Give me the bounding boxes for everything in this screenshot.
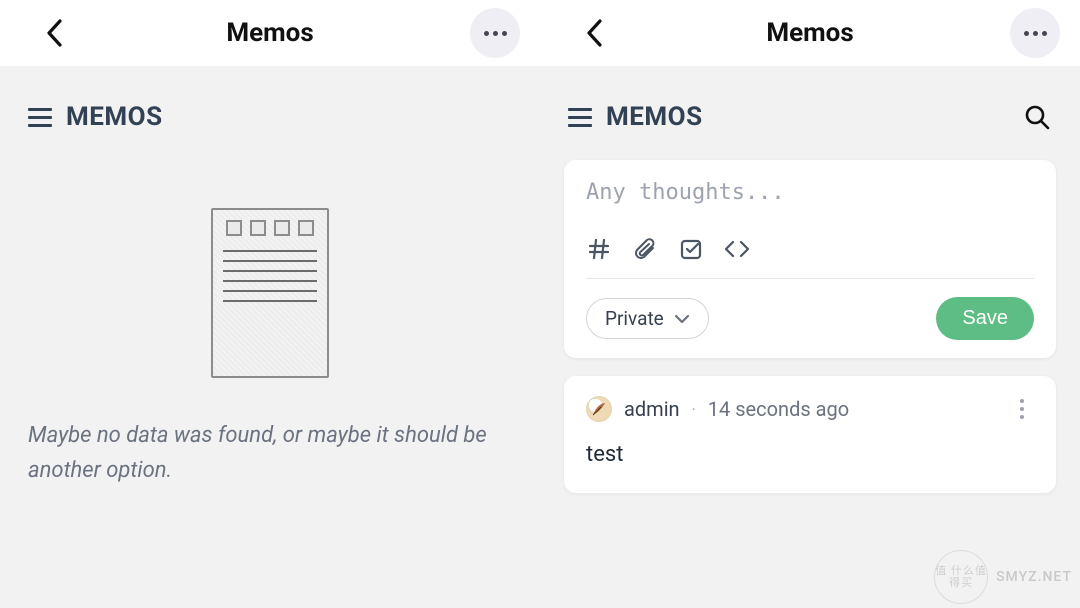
nav-title: Memos <box>70 18 470 48</box>
checklist-button[interactable] <box>678 236 704 262</box>
memo-item: admin · 14 seconds ago test <box>564 376 1056 493</box>
menu-button[interactable] <box>28 108 52 127</box>
memo-composer: Private Save <box>564 160 1056 358</box>
composer-footer: Private Save <box>586 297 1034 340</box>
watermark-text: SMYZ.NET <box>996 569 1072 585</box>
search-button[interactable] <box>1022 102 1052 132</box>
feather-icon <box>591 401 607 417</box>
checkbox-icon <box>679 237 703 261</box>
save-button[interactable]: Save <box>936 297 1034 340</box>
right-pane: Memos MEMOS <box>540 0 1080 608</box>
memo-author: admin <box>624 397 680 421</box>
back-button[interactable] <box>580 18 610 48</box>
section-header-right: MEMOS <box>540 66 1080 132</box>
attach-button[interactable] <box>632 236 658 262</box>
tag-button[interactable] <box>586 236 612 262</box>
left-body: MEMOS Maybe no data was found, or maybe … <box>0 66 540 608</box>
more-button[interactable] <box>1010 8 1060 58</box>
privacy-selector[interactable]: Private <box>586 298 709 339</box>
memo-content: test <box>586 442 1034 467</box>
empty-state: Maybe no data was found, or maybe it sho… <box>0 208 540 488</box>
section-header-left: MEMOS <box>0 66 540 132</box>
more-icon <box>1024 31 1047 36</box>
kebab-icon <box>1020 399 1024 403</box>
more-icon <box>484 31 507 36</box>
hash-icon <box>587 237 611 261</box>
code-icon <box>724 237 750 261</box>
privacy-label: Private <box>605 307 664 330</box>
separator-dot: · <box>692 400 696 419</box>
navbar-left: Memos <box>0 0 540 66</box>
chevron-left-icon <box>586 19 604 47</box>
section-title: MEMOS <box>606 102 703 132</box>
hamburger-icon <box>28 108 52 111</box>
memo-input[interactable] <box>586 180 1034 216</box>
memo-timestamp: 14 seconds ago <box>708 397 849 421</box>
left-pane: Memos MEMOS Maybe no data was found, or … <box>0 0 540 608</box>
code-button[interactable] <box>724 236 750 262</box>
composer-toolbar <box>586 236 1034 279</box>
chevron-left-icon <box>46 19 64 47</box>
back-button[interactable] <box>40 18 70 48</box>
watermark: 值 什么值得买 SMYZ.NET <box>934 550 1072 604</box>
hamburger-icon <box>568 108 592 111</box>
section-title: MEMOS <box>66 102 163 132</box>
avatar <box>586 396 612 422</box>
more-button[interactable] <box>470 8 520 58</box>
notepad-illustration <box>211 208 329 378</box>
nav-title: Memos <box>610 18 1010 48</box>
paperclip-icon <box>633 237 657 261</box>
memo-menu-button[interactable] <box>1010 399 1034 419</box>
memo-header: admin · 14 seconds ago <box>586 396 1034 422</box>
empty-state-text: Maybe no data was found, or maybe it sho… <box>28 418 512 488</box>
search-icon <box>1024 104 1050 130</box>
right-body: MEMOS <box>540 66 1080 608</box>
chevron-down-icon <box>674 313 690 325</box>
navbar-right: Memos <box>540 0 1080 66</box>
menu-button[interactable] <box>568 108 592 127</box>
watermark-badge: 值 什么值得买 <box>934 550 988 604</box>
